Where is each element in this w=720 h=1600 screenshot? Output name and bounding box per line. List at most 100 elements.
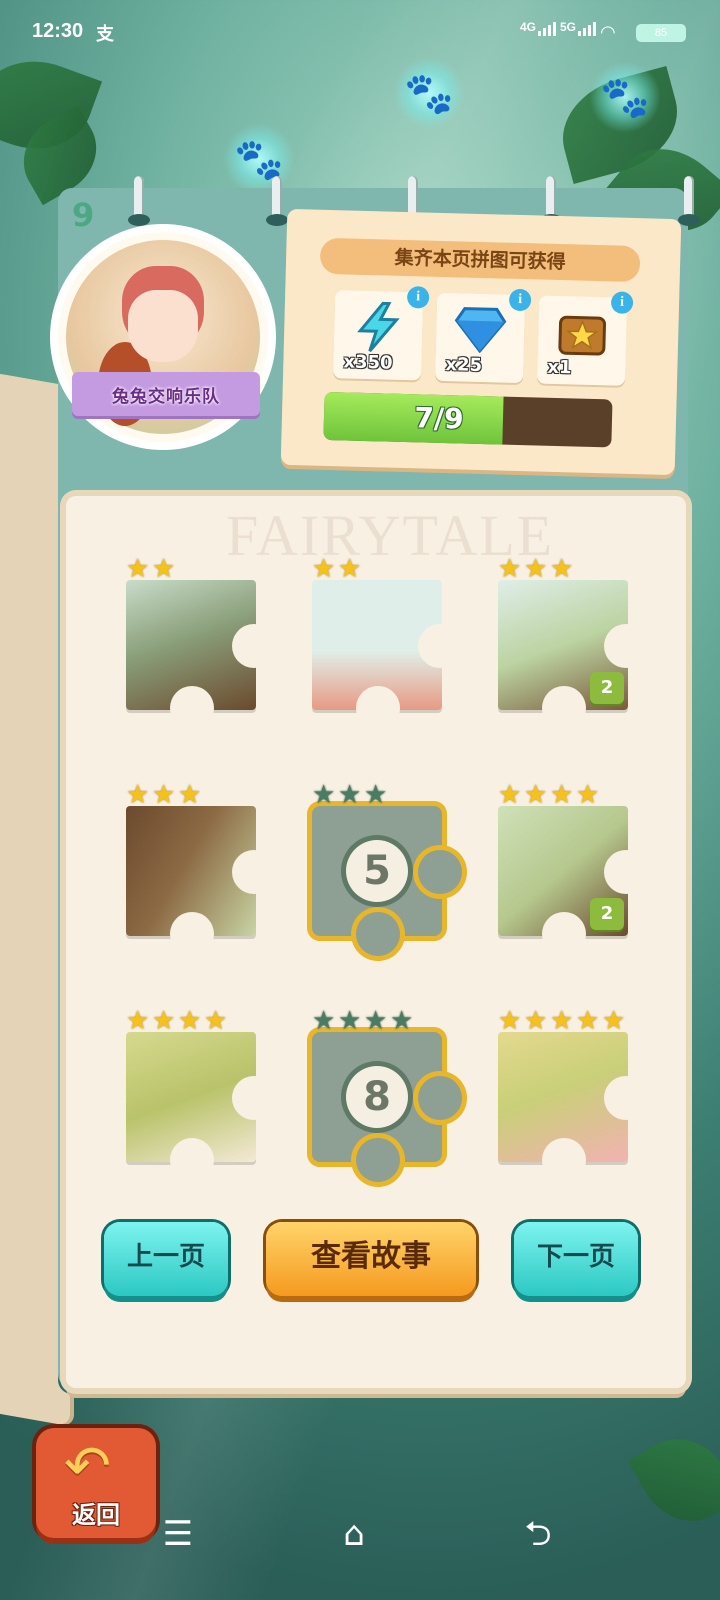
star-empty-icon: ★ <box>338 1006 362 1036</box>
lightning-icon <box>350 299 407 356</box>
binder-ring <box>540 176 562 226</box>
next-page-button[interactable]: 下一页 <box>514 1222 638 1296</box>
treasure-chest-icon <box>554 304 611 361</box>
star-icon: ★ <box>576 1006 600 1036</box>
star-icon: ★ <box>204 1006 228 1036</box>
piece-number: 8 <box>346 1066 408 1128</box>
star-icon: ★ <box>126 1006 150 1036</box>
piece-number: 5 <box>346 840 408 902</box>
back-nav-icon[interactable]: ⮌ <box>508 1512 568 1556</box>
puzzle-knob <box>542 686 586 730</box>
alipay-badge: 支 <box>96 24 114 44</box>
view-story-button[interactable]: 查看故事 <box>266 1222 476 1296</box>
star-rating: ★ ★ <box>312 556 364 582</box>
puzzle-knob <box>604 1076 648 1120</box>
star-icon: ★ <box>126 780 150 810</box>
star-rating: ★ ★ ★ ★ <box>498 782 602 808</box>
binder-ring <box>128 176 150 226</box>
star-rating: ★ ★ ★ <box>126 782 204 808</box>
paw-glow-icon: 🐾 <box>392 58 466 128</box>
status-bar: 12:30 支 4G 5G ◠ 85 <box>0 0 720 64</box>
star-rating: ★ ★ ★ ★ <box>126 1008 230 1034</box>
status-time: 12:30 <box>32 20 84 42</box>
prev-page-button[interactable]: 上一页 <box>104 1222 228 1296</box>
reward-panel: 集齐本页拼图可获得 x350 i x25 i x1 i 7/9 <box>280 208 682 476</box>
reward-quantity: x25 <box>445 354 483 377</box>
duplicate-count-badge: 2 <box>590 672 624 704</box>
star-rating: ★ ★ ★ ★ ★ <box>498 1008 628 1034</box>
puzzle-knob <box>542 912 586 956</box>
puzzle-piece[interactable]: ★ ★ <box>126 556 276 730</box>
reward-quantity: x350 <box>343 351 393 374</box>
wifi-icon: ◠ <box>600 22 616 42</box>
star-icon: ★ <box>178 1006 202 1036</box>
puzzle-knob <box>356 686 400 730</box>
reward-title: 集齐本页拼图可获得 <box>319 237 641 283</box>
star-icon: ★ <box>126 554 150 584</box>
star-icon: ★ <box>576 780 600 810</box>
home-icon[interactable]: ⌂ <box>324 1512 384 1556</box>
info-icon[interactable]: i <box>508 288 532 312</box>
puzzle-piece[interactable]: ★ ★ ★ ★ ★ <box>498 1008 648 1182</box>
chapter-title: 兔兔交响乐队 <box>112 386 220 407</box>
binder-ring <box>678 176 700 226</box>
puzzle-knob <box>418 1076 462 1120</box>
puzzle-knob <box>604 624 648 668</box>
paw-glow-icon: 🐾 <box>588 62 662 132</box>
info-icon[interactable]: i <box>406 286 430 309</box>
duplicate-count-badge: 2 <box>590 898 624 930</box>
star-icon: ★ <box>338 554 362 584</box>
reward-item-chest[interactable]: x1 i <box>536 291 634 386</box>
star-rating: ★ ★ ★ <box>312 782 390 808</box>
star-icon: ★ <box>602 1006 626 1036</box>
puzzle-knob <box>232 624 276 668</box>
info-icon[interactable]: i <box>610 291 634 314</box>
star-empty-icon: ★ <box>364 1006 388 1036</box>
network-label-1: 4G <box>520 20 537 34</box>
puzzle-piece[interactable]: ★ ★ ★ ★ <box>126 1008 276 1182</box>
girl-illustration <box>128 290 198 362</box>
reward-quantity: x1 <box>547 356 572 379</box>
puzzle-piece[interactable]: ★ ★ <box>312 556 462 730</box>
star-empty-icon: ★ <box>338 780 362 810</box>
puzzle-piece[interactable]: ★ ★ ★ 2 <box>498 556 648 730</box>
binder-ring <box>266 176 288 226</box>
progress-text: 7/9 <box>413 401 465 436</box>
signal-icon <box>538 22 556 36</box>
puzzle-piece-locked[interactable]: ★ ★ ★ ★ 8 <box>312 1008 462 1182</box>
star-icon: ★ <box>152 554 176 584</box>
star-icon: ★ <box>524 554 548 584</box>
star-icon: ★ <box>178 780 202 810</box>
puzzle-knob <box>232 1076 276 1120</box>
system-nav-bar: ☰ ⌂ ⮌ <box>0 1490 720 1600</box>
puzzle-knob <box>232 850 276 894</box>
puzzle-knob <box>542 1138 586 1182</box>
diamond-icon <box>452 301 509 358</box>
puzzle-knob <box>418 850 462 894</box>
network-label-2: 5G <box>560 20 577 34</box>
puzzle-knob <box>170 1138 214 1182</box>
star-icon: ★ <box>152 1006 176 1036</box>
star-icon: ★ <box>550 554 574 584</box>
star-icon: ★ <box>498 1006 522 1036</box>
star-icon: ★ <box>550 1006 574 1036</box>
star-icon: ★ <box>550 780 574 810</box>
chapter-title-ribbon: 兔兔交响乐队 <box>72 372 260 416</box>
star-empty-icon: ★ <box>390 1006 414 1036</box>
reward-item-diamond[interactable]: x25 i <box>434 288 532 384</box>
star-icon: ★ <box>498 780 522 810</box>
puzzle-knob <box>170 686 214 730</box>
star-empty-icon: ★ <box>364 780 388 810</box>
star-rating: ★ ★ ★ ★ <box>312 1008 416 1034</box>
collection-progress-bar: 7/9 <box>323 391 613 448</box>
puzzle-piece[interactable]: ★ ★ ★ <box>126 782 276 956</box>
signal-icon <box>578 22 596 36</box>
paw-glow-icon: 🐾 <box>222 124 296 194</box>
star-icon: ★ <box>524 780 548 810</box>
star-empty-icon: ★ <box>312 1006 336 1036</box>
menu-icon[interactable]: ☰ <box>148 1512 208 1556</box>
puzzle-piece[interactable]: ★ ★ ★ ★ 2 <box>498 782 648 956</box>
chapter-number: 9 <box>72 196 95 234</box>
puzzle-piece-locked[interactable]: ★ ★ ★ 5 <box>312 782 462 956</box>
reward-item-energy[interactable]: x350 i <box>333 286 430 381</box>
